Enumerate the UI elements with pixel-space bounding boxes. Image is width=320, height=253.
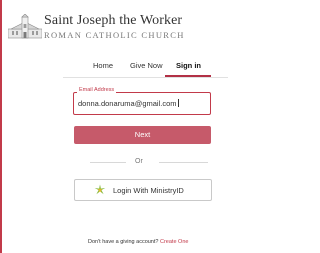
create-account-prompt: Don't have a giving account? Create One	[88, 239, 188, 245]
next-button[interactable]: Next	[74, 126, 211, 144]
nav-give-now-link[interactable]: Give Now	[130, 61, 163, 70]
ministryid-button-label: Login With MinistryID	[113, 186, 184, 195]
site-header: Saint Joseph the Worker ROMAN CATHOLIC C…	[2, 0, 255, 50]
email-field-label: Email Address	[77, 87, 117, 93]
church-name[interactable]: Saint Joseph the Worker	[44, 13, 182, 29]
ministryid-star-icon	[94, 184, 106, 195]
login-with-ministryid-button[interactable]: Login With MinistryID	[74, 179, 212, 201]
create-account-text: Don't have a giving account?	[88, 239, 160, 245]
app-frame: Saint Joseph the Worker ROMAN CATHOLIC C…	[0, 0, 255, 253]
divider-right	[159, 162, 208, 163]
text-caret	[177, 99, 179, 107]
nav-sign-in-link[interactable]: Sign in	[176, 61, 201, 70]
divider-left	[90, 162, 126, 163]
active-tab-indicator	[165, 75, 211, 77]
church-building-icon	[8, 14, 42, 39]
or-separator: Or	[135, 158, 143, 165]
email-input-value[interactable]: donna.donaruma@gmail.com	[78, 99, 179, 108]
create-one-link[interactable]: Create One	[160, 239, 188, 245]
nav-home-link[interactable]: Home	[93, 61, 113, 70]
church-subtitle: ROMAN CATHOLIC CHURCH	[44, 30, 185, 40]
email-value-text: donna.donaruma@gmail.com	[78, 99, 177, 108]
main-nav: Home Give Now Sign in	[63, 51, 228, 78]
